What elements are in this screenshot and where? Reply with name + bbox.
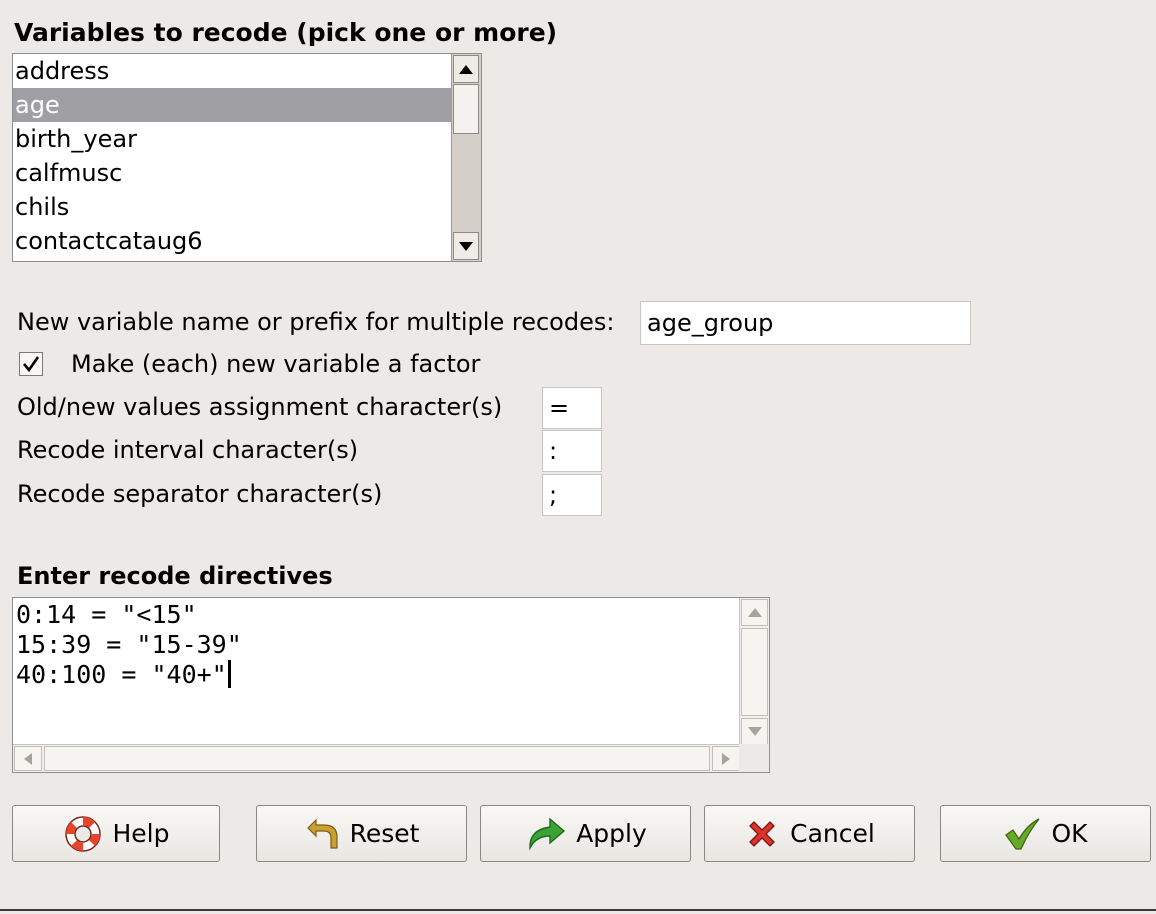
- help-label: Help: [112, 819, 170, 848]
- scroll-down-button[interactable]: [453, 232, 479, 260]
- scroll-thumb-horizontal[interactable]: [44, 746, 710, 771]
- lifebuoy-icon: [64, 815, 101, 852]
- checkmark-icon: [1005, 817, 1040, 850]
- list-item[interactable]: calfmusc: [13, 156, 451, 190]
- scroll-right-button[interactable]: [712, 746, 740, 771]
- list-item[interactable]: address: [13, 54, 451, 88]
- arrow-right-icon: [722, 752, 730, 765]
- list-item[interactable]: chils: [13, 190, 451, 224]
- directives-heading: Enter recode directives: [17, 562, 333, 590]
- separator-input[interactable]: ;: [542, 474, 602, 516]
- scroll-left-button[interactable]: [14, 746, 42, 771]
- cancel-x-icon: [749, 820, 776, 847]
- list-item-selected[interactable]: age: [13, 88, 451, 122]
- checkmark-icon: [23, 356, 40, 373]
- listbox-scrollbar[interactable]: [451, 54, 481, 261]
- ok-label: OK: [1051, 819, 1088, 848]
- directives-hscrollbar[interactable]: [13, 744, 741, 772]
- scroll-thumb[interactable]: [453, 84, 479, 134]
- arrow-left-icon: [24, 752, 32, 765]
- apply-button[interactable]: Apply: [480, 805, 691, 862]
- cancel-label: Cancel: [790, 819, 875, 848]
- new-name-input[interactable]: age_group: [640, 301, 971, 345]
- factor-label: Make (each) new variable a factor: [71, 350, 481, 378]
- directive-line-last: 40:100 = "40+": [16, 660, 741, 690]
- interval-label: Recode interval character(s): [17, 436, 359, 464]
- ok-button[interactable]: OK: [940, 805, 1151, 862]
- text-caret: [227, 660, 231, 688]
- variables-heading: Variables to recode (pick one or more): [14, 18, 558, 47]
- reset-button[interactable]: Reset: [256, 805, 467, 862]
- scroll-thumb[interactable]: [741, 628, 768, 716]
- redo-arrow-icon: [529, 816, 566, 851]
- arrow-down-icon: [459, 241, 473, 251]
- separator-label: Recode separator character(s): [17, 480, 383, 508]
- factor-checkbox[interactable]: [19, 352, 43, 376]
- interval-input[interactable]: :: [542, 430, 602, 472]
- arrow-up-icon: [747, 608, 762, 617]
- assignment-label: Old/new values assignment character(s): [17, 393, 503, 421]
- help-button[interactable]: Help: [12, 805, 220, 862]
- apply-label: Apply: [576, 819, 647, 848]
- list-item[interactable]: birth_year: [13, 122, 451, 156]
- arrow-down-icon: [747, 727, 762, 736]
- cancel-button[interactable]: Cancel: [704, 805, 915, 862]
- arrow-up-icon: [459, 64, 473, 74]
- reset-label: Reset: [349, 819, 420, 848]
- variables-listbox[interactable]: address age birth_year calfmusc chils co…: [12, 53, 482, 262]
- scroll-up-button[interactable]: [453, 55, 479, 83]
- scroll-up-button[interactable]: [741, 599, 768, 626]
- directive-line: 0:14 = "<15": [16, 600, 197, 629]
- window-bottom-edge: [0, 905, 1156, 914]
- directives-vscrollbar[interactable]: [739, 598, 769, 746]
- list-item[interactable]: contactcataug6: [13, 224, 451, 258]
- directive-line: 15:39 = "15-39": [16, 630, 242, 659]
- assignment-input[interactable]: =: [542, 387, 602, 429]
- undo-arrow-icon: [306, 818, 338, 849]
- directives-text[interactable]: 0:14 = "<15" 15:39 = "15-39" 40:100 = "4…: [13, 598, 741, 746]
- scroll-corner: [739, 744, 769, 772]
- new-name-label: New variable name or prefix for multiple…: [17, 308, 615, 336]
- scroll-down-button[interactable]: [741, 718, 768, 745]
- directives-textarea[interactable]: 0:14 = "<15" 15:39 = "15-39" 40:100 = "4…: [12, 597, 770, 773]
